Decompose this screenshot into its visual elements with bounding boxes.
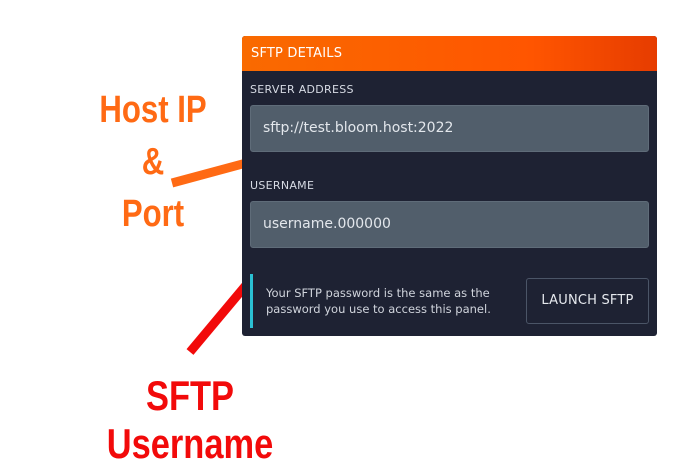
host-ip-port-annotation: Host IP & Port — [92, 84, 215, 240]
username-field[interactable]: username.000000 — [250, 201, 649, 248]
sftp-password-info: Your SFTP password is the same as the pa… — [266, 285, 506, 317]
server-address-label: SERVER ADDRESS — [250, 83, 354, 96]
info-line-2: password you use to access this panel. — [266, 302, 491, 316]
info-line-1: Your SFTP password is the same as the — [266, 286, 490, 300]
annotation-host-ip: Host IP — [99, 89, 207, 131]
sftp-details-panel: SFTP DETAILS SERVER ADDRESS sftp://test.… — [242, 36, 657, 336]
sftp-username-annotation: SFTP Username — [106, 372, 274, 467]
username-label: USERNAME — [250, 179, 315, 192]
panel-header: SFTP DETAILS — [242, 36, 657, 71]
server-address-field[interactable]: sftp://test.bloom.host:2022 — [250, 105, 649, 152]
launch-sftp-button[interactable]: LAUNCH SFTP — [526, 278, 649, 324]
info-accent-bar — [250, 274, 253, 328]
annotation-ampersand: & — [141, 141, 165, 183]
annotation-port: Port — [121, 193, 185, 235]
